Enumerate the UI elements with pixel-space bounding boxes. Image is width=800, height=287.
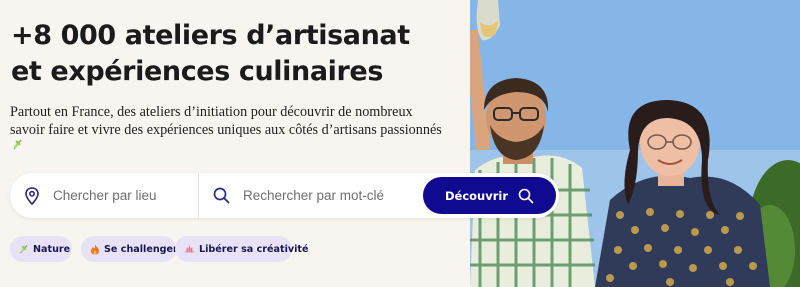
search-bar: Découvrir: [10, 173, 559, 218]
chip-nature[interactable]: Nature: [10, 236, 72, 262]
hero-subtitle: Partout en France, des ateliers d’initia…: [10, 104, 442, 138]
herb-icon: [19, 244, 29, 254]
discover-button[interactable]: Découvrir: [423, 177, 556, 214]
title-line-1: +8 000 ateliers d’artisanat: [11, 20, 410, 51]
chip-se-challenger[interactable]: Se challenger: [81, 236, 178, 262]
sprig-icon: [12, 137, 24, 155]
search-icon: [518, 188, 534, 204]
chip-label: Nature: [33, 243, 71, 255]
keyword-field[interactable]: [199, 173, 423, 218]
page-title: +8 000 ateliers d’artisanat et expérienc…: [11, 18, 466, 90]
hero-photo: [470, 0, 800, 287]
fire-icon: [90, 244, 100, 255]
discover-button-label: Découvrir: [444, 188, 509, 203]
keyword-input[interactable]: [243, 188, 393, 203]
shell-icon: [184, 244, 195, 254]
chip-label: Se challenger: [104, 243, 178, 255]
chip-label: Libérer sa créativité: [199, 243, 309, 255]
location-field[interactable]: [10, 173, 203, 218]
title-line-2: et expériences culinaires: [11, 56, 384, 87]
map-pin-icon: [24, 186, 40, 205]
location-input[interactable]: [53, 188, 203, 203]
search-icon: [213, 187, 230, 204]
chip-liberer-creativite[interactable]: Libérer sa créativité: [175, 236, 309, 262]
